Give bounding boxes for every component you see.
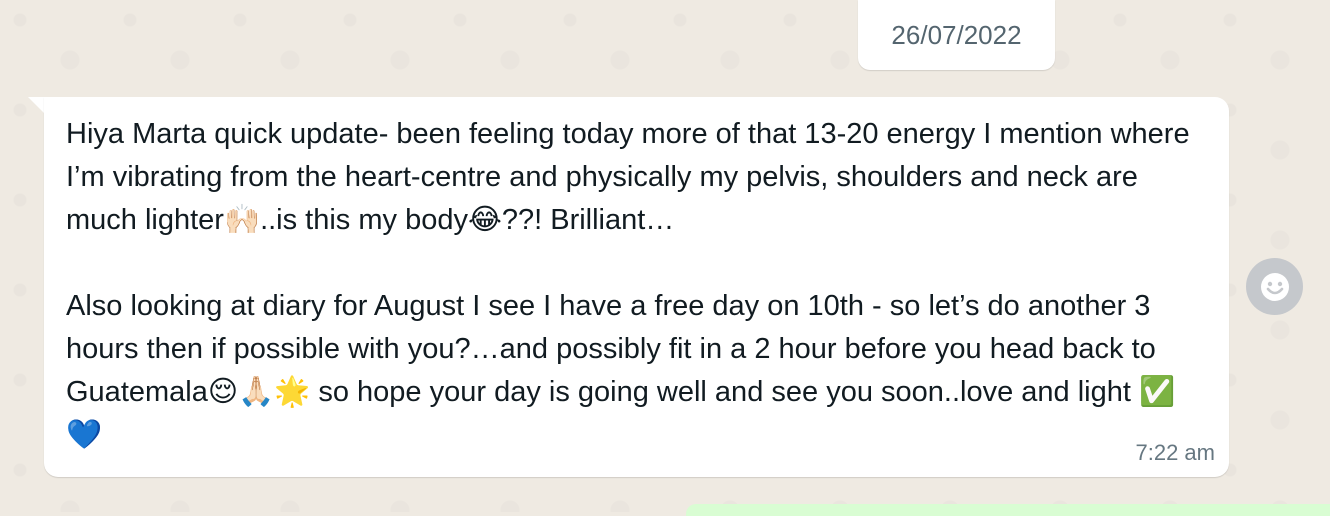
outgoing-message-bubble[interactable]	[686, 504, 1330, 516]
message-text: Hiya Marta quick update- been feeling to…	[66, 113, 1206, 457]
date-separator: 26/07/2022	[858, 0, 1055, 70]
smiley-icon	[1260, 272, 1289, 301]
date-label: 26/07/2022	[891, 19, 1022, 50]
message-timestamp: 7:22 am	[1135, 440, 1216, 465]
message-bubble-tail	[28, 97, 45, 114]
message-paragraph: Also looking at diary for August I see I…	[66, 290, 1176, 451]
message-paragraph: Hiya Marta quick update- been feeling to…	[66, 118, 1190, 236]
react-button[interactable]	[1246, 258, 1303, 315]
